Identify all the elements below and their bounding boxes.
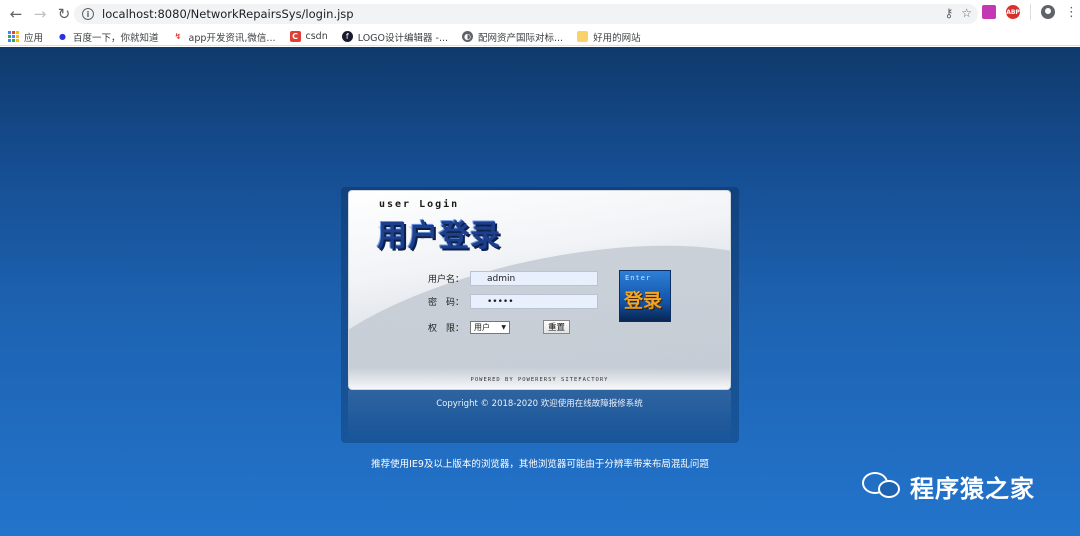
bookmark-label: csdn xyxy=(305,31,328,42)
logo-design-icon: f xyxy=(341,31,353,42)
address-bar[interactable]: i localhost:8080/NetworkRepairsSys/login… xyxy=(74,4,978,24)
bookmark-label: LOGO设计编辑器 -... xyxy=(357,32,449,44)
forward-arrow-icon[interactable]: → xyxy=(28,2,52,26)
csdn-icon: C xyxy=(289,31,301,42)
password-row: 密 码： ••••• xyxy=(428,294,598,309)
powered-by-text: POWERED BY POWERERSY SITEFACTORY xyxy=(470,377,609,383)
info-icon[interactable]: i xyxy=(82,8,94,20)
bookmark-app-dev[interactable]: ↯ app开发资讯,微信... xyxy=(173,30,276,44)
role-selected-value: 用户 xyxy=(474,323,490,332)
baidu-paw-icon: ● xyxy=(59,32,66,41)
decorative-shine xyxy=(620,303,670,321)
username-input[interactable]: admin xyxy=(470,271,598,286)
app-dev-icon: ↯ xyxy=(174,32,182,41)
bookmark-grid-assets[interactable]: ◐ 配网资产国际对标... xyxy=(462,30,563,44)
role-label: 权 限： xyxy=(428,324,465,334)
username-label: 用户名： xyxy=(428,275,465,285)
bookmark-label: 应用 xyxy=(24,32,44,44)
wechat-icon xyxy=(860,468,904,504)
toolbar-divider xyxy=(1030,4,1031,20)
extension-icon[interactable] xyxy=(982,5,996,19)
login-title-en: user Login xyxy=(379,199,460,210)
star-bookmark-icon[interactable]: ☆ xyxy=(961,6,972,20)
bookmark-folder-useful-sites[interactable]: 好用的网站 xyxy=(577,30,641,44)
key-icon[interactable]: ⚷ xyxy=(944,6,953,20)
url-text[interactable]: localhost:8080/NetworkRepairsSys/login.j… xyxy=(102,7,354,21)
bookmark-baidu[interactable]: ● 百度一下，你就知道 xyxy=(57,30,159,44)
password-input[interactable]: ••••• xyxy=(470,294,598,309)
bookmark-label: app开发资讯,微信... xyxy=(188,32,276,44)
reset-button[interactable]: 重置 xyxy=(543,320,570,334)
adblock-extension-icon[interactable]: ABP xyxy=(1006,5,1020,19)
bookmark-label: 配网资产国际对标... xyxy=(478,32,564,44)
enter-label-en: Enter xyxy=(625,274,652,282)
bookmarks-bar: 应用 ● 百度一下，你就知道 ↯ app开发资讯,微信... C csdn f … xyxy=(0,28,1080,46)
globe-icon: ◐ xyxy=(462,31,474,42)
password-label: 密 码： xyxy=(428,298,465,308)
login-panel: user Login 用户登录 用户登录 用户名： admin 密 码： •••… xyxy=(348,190,731,390)
bookmark-logo-design[interactable]: f LOGO设计编辑器 -... xyxy=(341,30,449,44)
copyright-text: Copyright © 2018-2020 欢迎使用在线故障报修系统 xyxy=(436,399,643,409)
watermark-text: 程序猿之家 xyxy=(910,474,1035,503)
profile-avatar-icon[interactable] xyxy=(1041,5,1055,19)
bookmark-label: 百度一下，你就知道 xyxy=(73,32,159,44)
folder-icon xyxy=(577,31,589,42)
login-title-reflection: 用户登录 xyxy=(377,223,501,240)
bookmark-apps[interactable]: 应用 xyxy=(8,30,43,44)
username-row: 用户名： admin xyxy=(428,271,598,286)
page-background: user Login 用户登录 用户登录 用户名： admin 密 码： •••… xyxy=(0,47,1080,536)
apps-grid-icon xyxy=(8,31,19,42)
more-menu-icon[interactable]: ⋮ xyxy=(1065,5,1078,20)
dropdown-arrow-icon: ▼ xyxy=(501,324,506,331)
bookmark-label: 好用的网站 xyxy=(593,32,641,44)
enter-login-button[interactable]: Enter 登录 xyxy=(619,270,671,322)
watermark: 程序猿之家 xyxy=(860,468,1035,504)
bookmark-csdn[interactable]: C csdn xyxy=(289,31,328,42)
browser-toolbar: ← → ↻ i localhost:8080/NetworkRepairsSys… xyxy=(0,0,1080,28)
role-select[interactable]: 用户 ▼ xyxy=(470,321,510,334)
back-arrow-icon[interactable]: ← xyxy=(4,2,28,26)
role-row: 权 限： 用户 ▼ xyxy=(428,321,510,334)
reload-icon[interactable]: ↻ xyxy=(52,2,76,26)
